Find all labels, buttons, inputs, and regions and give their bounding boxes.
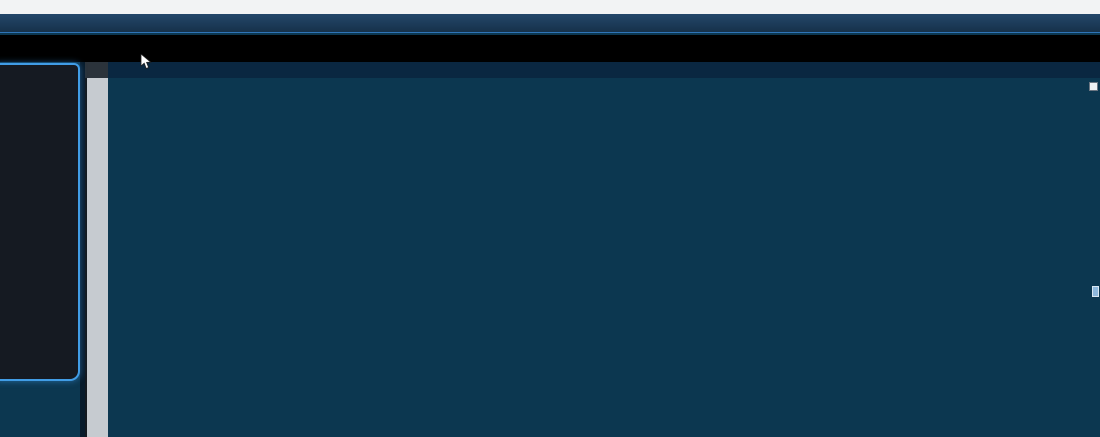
- piano-keyboard[interactable]: [85, 78, 108, 437]
- toolbar: [0, 14, 1100, 33]
- timeline-ruler[interactable]: [108, 62, 1100, 78]
- inspector-sidebar: [0, 63, 80, 381]
- info-line: [0, 35, 1100, 62]
- event-end-handle[interactable]: [1092, 286, 1099, 297]
- event-marker-badge: [1089, 82, 1098, 91]
- menu-bar: [0, 0, 1100, 14]
- mouse-cursor-icon: [140, 54, 153, 75]
- variaudio-grid[interactable]: [108, 78, 1100, 437]
- ruler-corner: [85, 62, 108, 78]
- cubase-sample-editor-window: [0, 0, 1100, 437]
